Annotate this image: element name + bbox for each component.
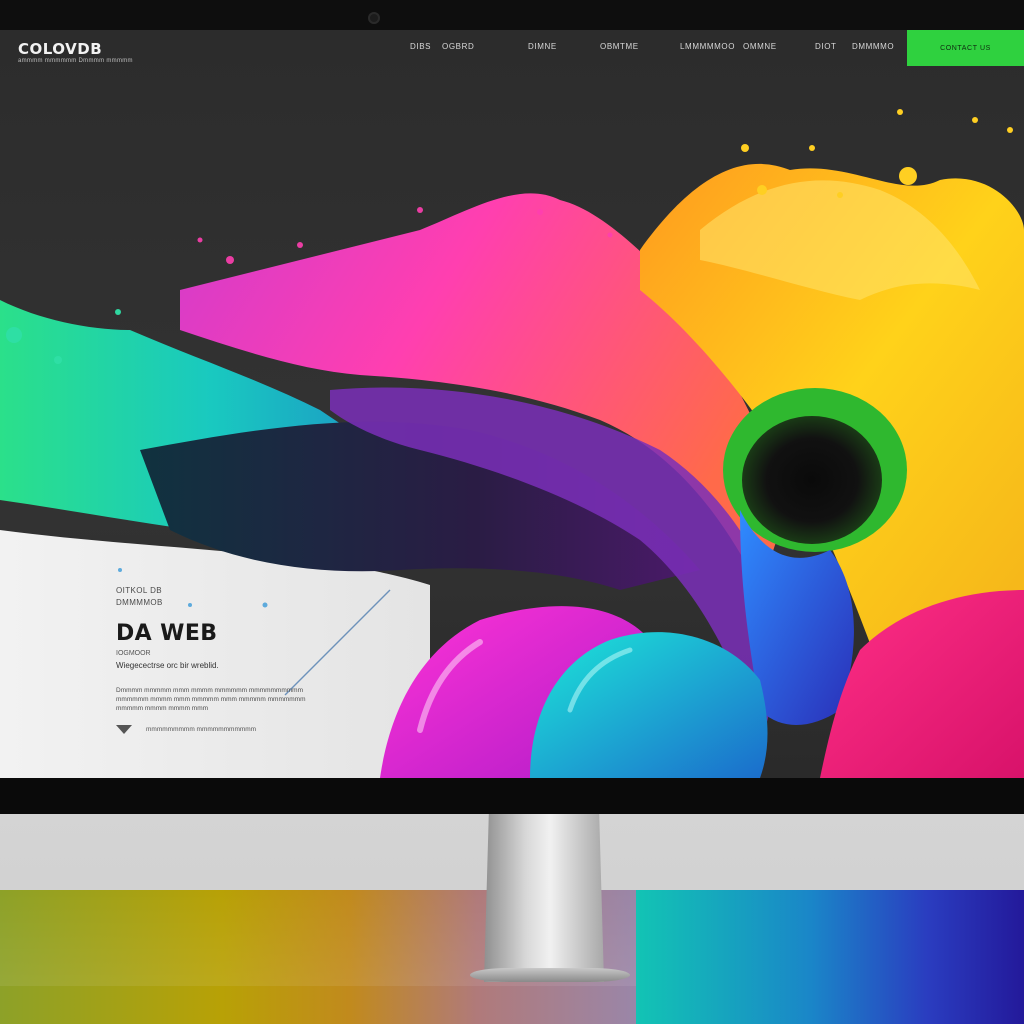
monitor-bezel: COLOVDB ammmm mmmmmm Dmmmm mmmmm DIBS OG… [0, 0, 1024, 814]
monitor-chin [0, 778, 1024, 814]
nav-item-8[interactable]: DMMMMO [852, 42, 894, 51]
logo-tagline: ammmm mmmmmm Dmmmm mmmmm [18, 58, 133, 64]
nav-item-6[interactable]: OMMNE [743, 42, 777, 51]
webcam-icon [368, 12, 380, 24]
nav-item-4[interactable]: OBMTME [600, 42, 639, 51]
nav-item-3[interactable]: DIMNE [528, 42, 557, 51]
hero-body-text: Dmmmm mmmmm mmm mmmm mmmmmm mmmmmmmmmm m… [116, 687, 306, 712]
monitor-stand-base [470, 968, 630, 982]
hero-text-block: OITKOL DB DMMMMOB DA WEB IOGMOOR Wiegece… [116, 586, 356, 734]
nav-item-2[interactable]: OGBRD [442, 42, 474, 51]
hero-tag: IOGMOOR [116, 650, 151, 657]
triangle-down-icon[interactable] [116, 725, 132, 734]
hero-eyebrow-secondary: DMMMMOB [116, 598, 163, 607]
nav-item-7[interactable]: DIOT [815, 42, 837, 51]
contact-button[interactable]: CONTACT US [907, 30, 1024, 66]
hero-eyebrow: OITKOL DB [116, 586, 162, 595]
monitor-stand [484, 814, 604, 982]
nav-item-5[interactable]: LMMMMMOO [680, 42, 735, 51]
top-navigation-bar: COLOVDB ammmm mmmmmm Dmmmm mmmmm DIBS OG… [0, 30, 1024, 66]
desktop-scene: COLOVDB ammmm mmmmmm Dmmmm mmmmm DIBS OG… [0, 0, 1024, 1024]
site-logo[interactable]: COLOVDB [18, 40, 102, 58]
monitor-screen: COLOVDB ammmm mmmmmm Dmmmm mmmmm DIBS OG… [0, 30, 1024, 778]
contact-button-label: CONTACT US [940, 44, 991, 52]
hero-link-row: mmmmmmmmm mmmmmmmmmmm [116, 725, 356, 734]
hero-title: DA WEB [116, 621, 218, 646]
foreground-gradient-right [636, 890, 1024, 1024]
hero-link[interactable]: mmmmmmmmm mmmmmmmmmmm [146, 726, 256, 733]
hero-lead: Wiegecectrse orc bir wreblid. [116, 661, 219, 670]
nav-item-1[interactable]: DIBS [410, 42, 431, 51]
